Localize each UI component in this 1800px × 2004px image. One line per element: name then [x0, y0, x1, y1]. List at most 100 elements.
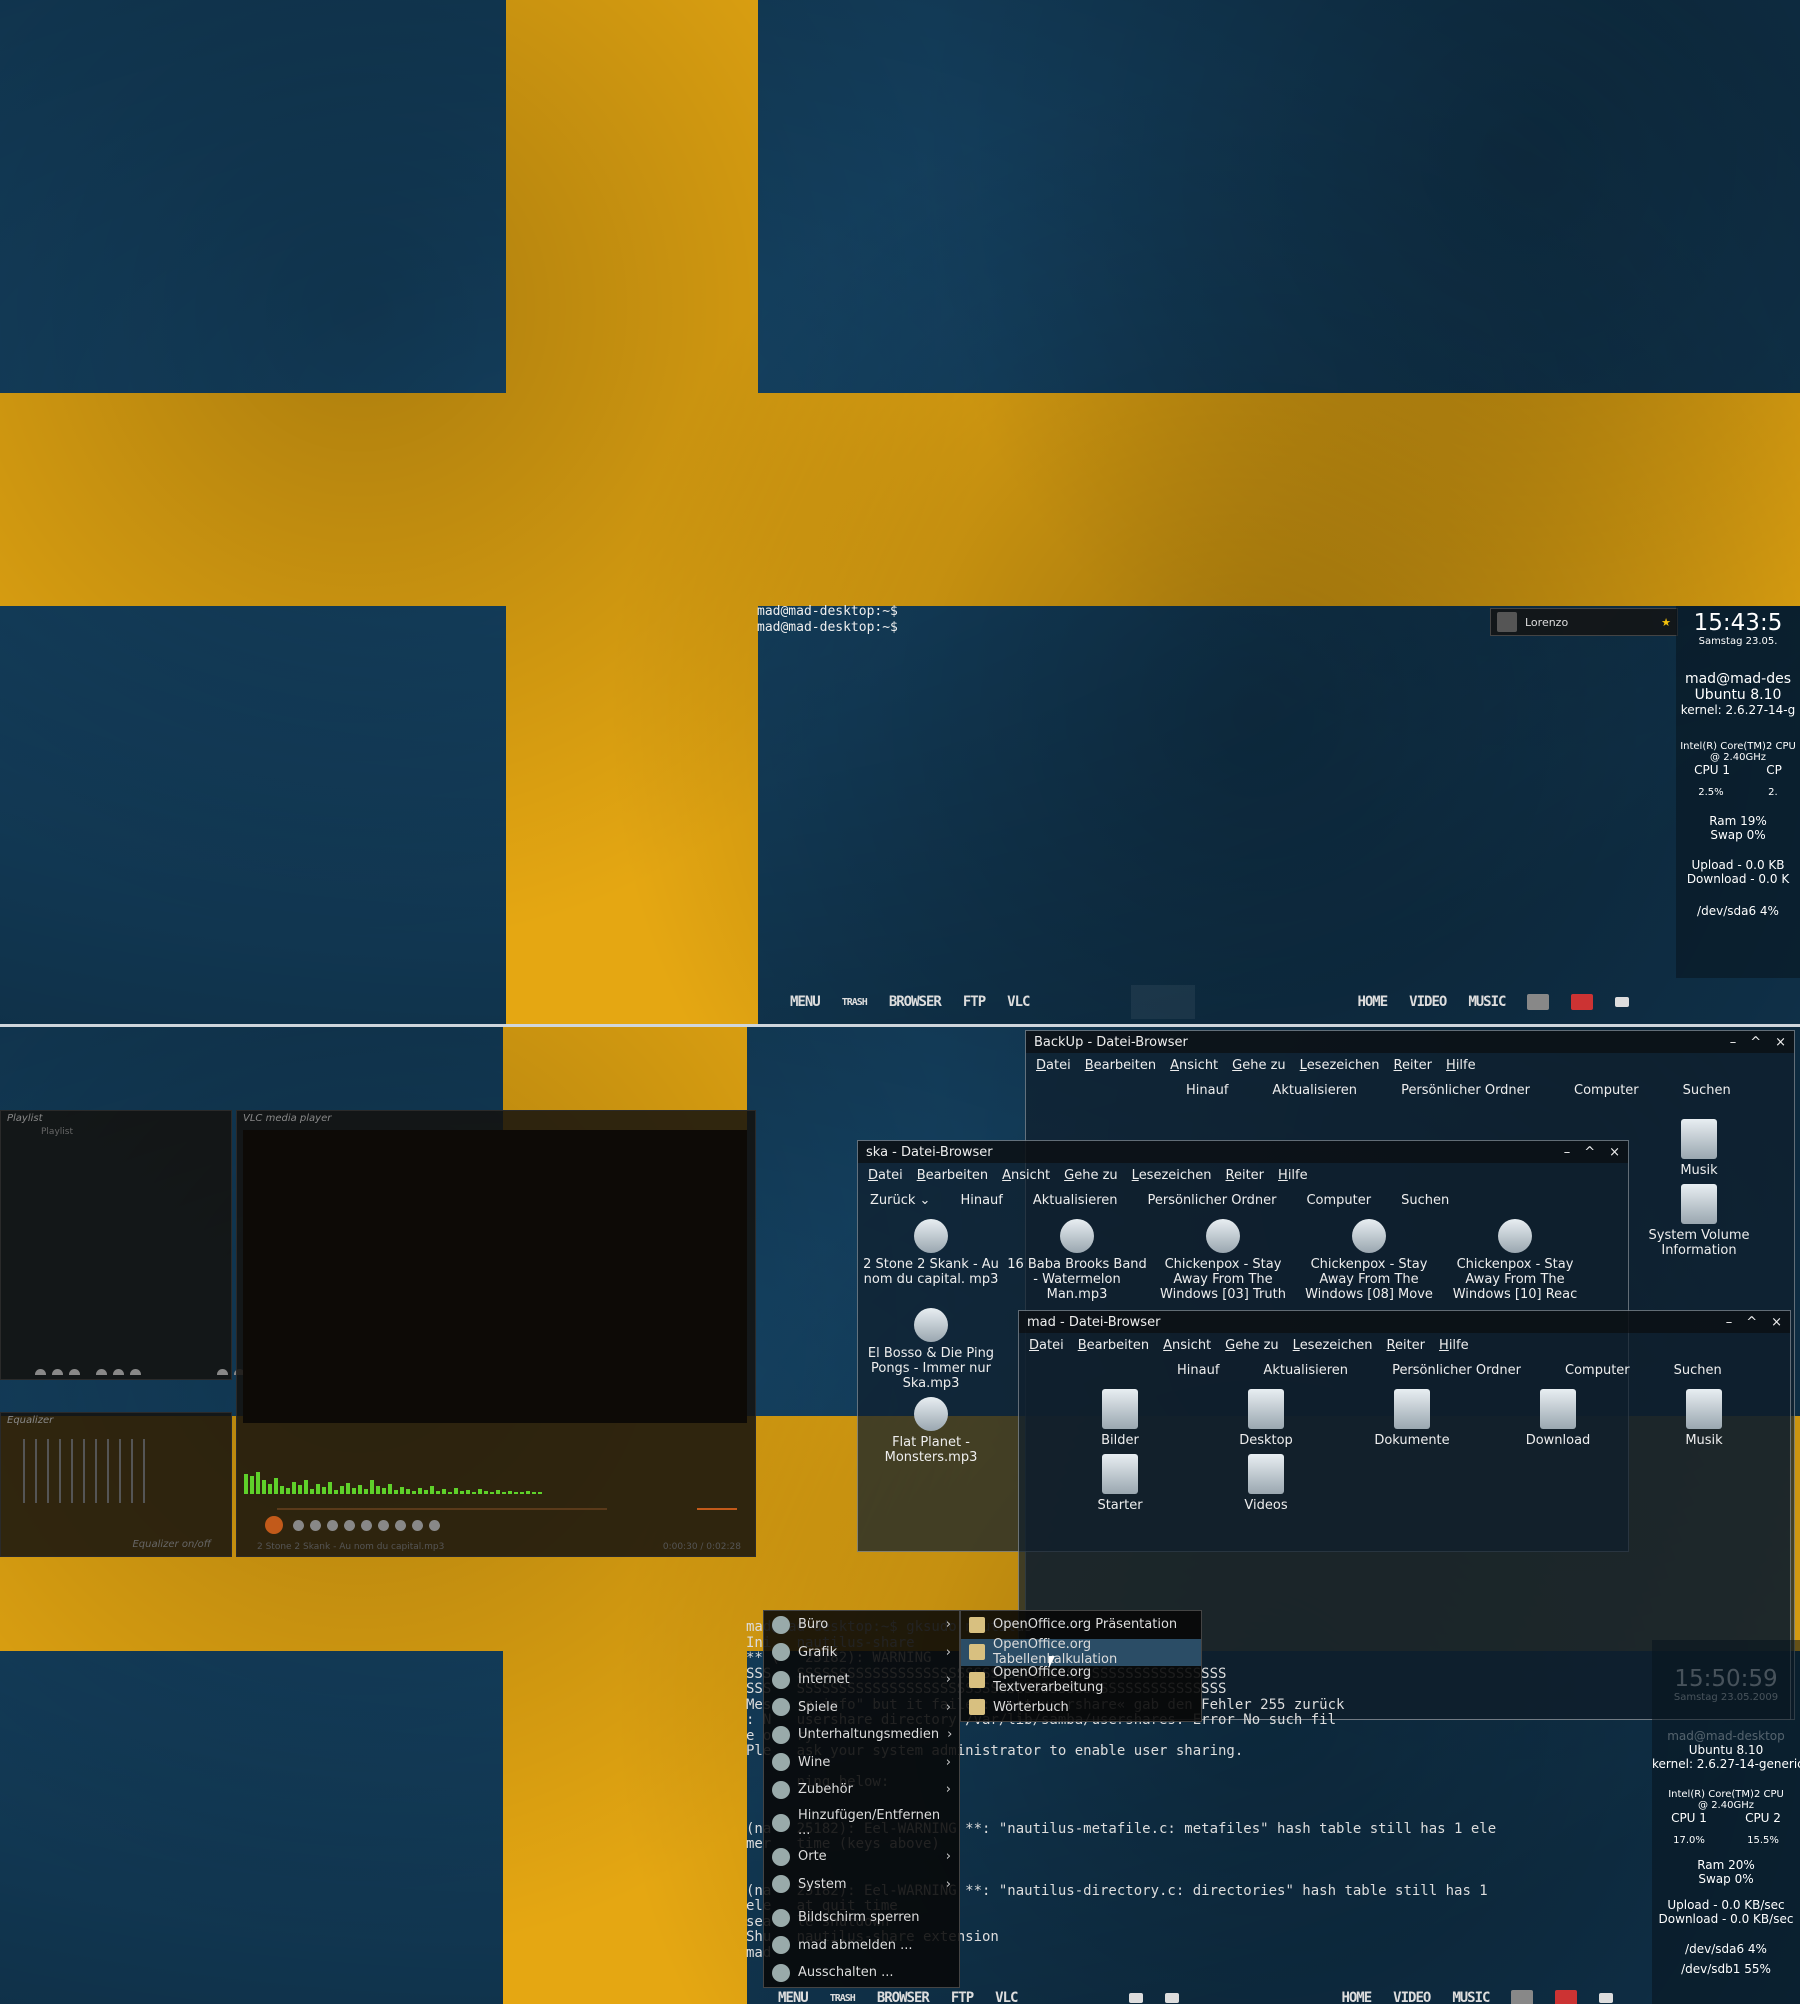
menu-item[interactable]: Ausschalten ...: [764, 1959, 959, 1987]
eq-slider[interactable]: [35, 1439, 37, 1503]
buddy-list-widget[interactable]: Lorenzo ★: [1490, 608, 1678, 636]
dock-browser[interactable]: BROWSER: [877, 1990, 930, 2004]
home-button[interactable]: Persönlicher Ordner: [1392, 1363, 1521, 1378]
window-titlebar[interactable]: BackUp - Datei-Browser – ^ ×: [1026, 1031, 1794, 1053]
menu-ansicht[interactable]: Ansicht: [1002, 1168, 1050, 1183]
playlist-button[interactable]: [96, 1368, 107, 1375]
close-icon[interactable]: ×: [1609, 1145, 1620, 1160]
file-item[interactable]: Chickenpox - Stay Away From The Windows …: [1442, 1219, 1588, 1302]
dock-vlc[interactable]: VLC: [1007, 994, 1030, 1010]
menu-item[interactable]: Internet ›: [764, 1666, 959, 1694]
playlist-controls[interactable]: [5, 1363, 251, 1375]
dock-video[interactable]: VIDEO: [1409, 994, 1447, 1010]
menu-bearbeiten[interactable]: Bearbeiten: [917, 1168, 988, 1183]
menu-item[interactable]: Unterhaltungsmedien ›: [764, 1721, 959, 1749]
playlist-button[interactable]: [52, 1368, 63, 1375]
file-item[interactable]: 16 Baba Brooks Band - Watermelon Man.mp3: [1004, 1219, 1150, 1302]
folder-item[interactable]: Desktop: [1193, 1389, 1339, 1448]
dock-menu[interactable]: MENU: [778, 1990, 809, 2004]
window-titlebar[interactable]: mad - Datei-Browser – ^ ×: [1019, 1311, 1790, 1333]
loop-button[interactable]: [395, 1519, 406, 1531]
computer-button[interactable]: Computer: [1574, 1083, 1639, 1098]
playlist-button[interactable]: [130, 1368, 141, 1375]
minimize-icon[interactable]: –: [1564, 1145, 1571, 1160]
equalizer-toggle[interactable]: Equalizer on/off: [132, 1539, 211, 1550]
menu-item[interactable]: Zubehör ›: [764, 1776, 959, 1804]
stop-button[interactable]: [310, 1519, 321, 1531]
playlist-button[interactable]: [217, 1368, 228, 1375]
dock-home[interactable]: HOME: [1357, 994, 1388, 1010]
reload-button[interactable]: Aktualisieren: [1263, 1363, 1348, 1378]
computer-button[interactable]: Computer: [1306, 1193, 1371, 1208]
eq-slider[interactable]: [119, 1439, 121, 1503]
folder-item[interactable]: Dokumente: [1339, 1389, 1485, 1448]
menu-hilfe[interactable]: Hilfe: [1439, 1338, 1469, 1353]
menu-gehe-zu[interactable]: Gehe zu: [1064, 1168, 1118, 1183]
dock-browser[interactable]: BROWSER: [889, 994, 942, 1010]
playlist-button[interactable]: [113, 1368, 124, 1375]
folder-item[interactable]: Videos: [1193, 1454, 1339, 1513]
maximize-icon[interactable]: ^: [1746, 1315, 1757, 1330]
menu-lesezeichen[interactable]: Lesezeichen: [1300, 1058, 1380, 1073]
fullscreen-button[interactable]: [344, 1519, 355, 1531]
submenu-item[interactable]: OpenOffice.org Präsentation: [961, 1611, 1201, 1639]
search-button[interactable]: Suchen: [1401, 1193, 1449, 1208]
minimize-icon[interactable]: –: [1726, 1315, 1733, 1330]
computer-button[interactable]: Computer: [1565, 1363, 1630, 1378]
menu-hilfe[interactable]: Hilfe: [1278, 1168, 1308, 1183]
menu-item[interactable]: Orte ›: [764, 1843, 959, 1871]
dock-window-slot[interactable]: [1131, 985, 1196, 1019]
menu-datei[interactable]: Datei: [1036, 1058, 1071, 1073]
playlist-button[interactable]: [69, 1368, 80, 1375]
submenu-item[interactable]: OpenOffice.org Tabellenkalkulation: [961, 1637, 1201, 1667]
file-item[interactable]: Chickenpox - Stay Away From The Windows …: [1150, 1219, 1296, 1302]
dock-trash[interactable]: TRASH: [830, 1993, 856, 2004]
menu-ansicht[interactable]: Ansicht: [1163, 1338, 1211, 1353]
folder-item[interactable]: Starter: [1047, 1454, 1193, 1513]
playlist-list[interactable]: Playlistdirectory://media/BackUp/Musik/s…: [1, 1127, 231, 1140]
volume-icon[interactable]: [1527, 994, 1550, 1010]
eq-slider[interactable]: [95, 1439, 97, 1503]
dock-vlc[interactable]: VLC: [995, 1990, 1018, 2004]
window-icon[interactable]: [1129, 1993, 1144, 2003]
minimize-icon[interactable]: –: [1730, 1035, 1737, 1050]
dock-home[interactable]: HOME: [1341, 1990, 1372, 2004]
menu-datei[interactable]: Datei: [868, 1168, 903, 1183]
menu-item[interactable]: Spiele ›: [764, 1694, 959, 1722]
player-controls[interactable]: [265, 1516, 440, 1534]
next-button[interactable]: [327, 1519, 338, 1531]
video-area[interactable]: [243, 1130, 747, 1423]
window-titlebar[interactable]: ska - Datei-Browser – ^ ×: [858, 1141, 1628, 1163]
home-button[interactable]: Persönlicher Ordner: [1148, 1193, 1277, 1208]
menu-gehe-zu[interactable]: Gehe zu: [1225, 1338, 1279, 1353]
menu-reiter[interactable]: Reiter: [1387, 1338, 1426, 1353]
home-button[interactable]: Persönlicher Ordner: [1401, 1083, 1530, 1098]
dock-video[interactable]: VIDEO: [1393, 1990, 1431, 2004]
dock-ftp[interactable]: FTP: [951, 1990, 974, 2004]
eq-slider[interactable]: [143, 1439, 145, 1503]
network-icon[interactable]: [1571, 994, 1594, 1010]
menu-item[interactable]: Büro ›: [764, 1611, 959, 1639]
eq-slider[interactable]: [71, 1439, 73, 1503]
eq-slider[interactable]: [131, 1439, 133, 1503]
reload-button[interactable]: Aktualisieren: [1033, 1193, 1118, 1208]
dock-music[interactable]: MUSIC: [1468, 994, 1506, 1010]
menu-item[interactable]: Grafik ›: [764, 1639, 959, 1667]
up-button[interactable]: Hinauf: [960, 1193, 1002, 1208]
menu-bearbeiten[interactable]: Bearbeiten: [1078, 1338, 1149, 1353]
menu-ansicht[interactable]: Ansicht: [1170, 1058, 1218, 1073]
dock-trash[interactable]: TRASH: [842, 997, 868, 1008]
network-icon[interactable]: [1555, 1990, 1578, 2004]
back-button[interactable]: Zurück ⌄: [870, 1193, 930, 1208]
maximize-icon[interactable]: ^: [1750, 1035, 1761, 1050]
file-item[interactable]: Flat Planet - Monsters.mp3: [858, 1397, 1004, 1465]
seek-bar[interactable]: [277, 1508, 607, 1510]
volume-slider[interactable]: [697, 1508, 737, 1510]
file-item[interactable]: El Bosso & Die Ping Pongs - Immer nur Sk…: [858, 1308, 1004, 1391]
menu-hilfe[interactable]: Hilfe: [1446, 1058, 1476, 1073]
folder-item[interactable]: Download: [1485, 1389, 1631, 1448]
volume-icon[interactable]: [1511, 1990, 1534, 2004]
menu-item[interactable]: mad abmelden ...: [764, 1932, 959, 1960]
dock-ftp[interactable]: FTP: [963, 994, 986, 1010]
eq-slider[interactable]: [59, 1439, 61, 1503]
